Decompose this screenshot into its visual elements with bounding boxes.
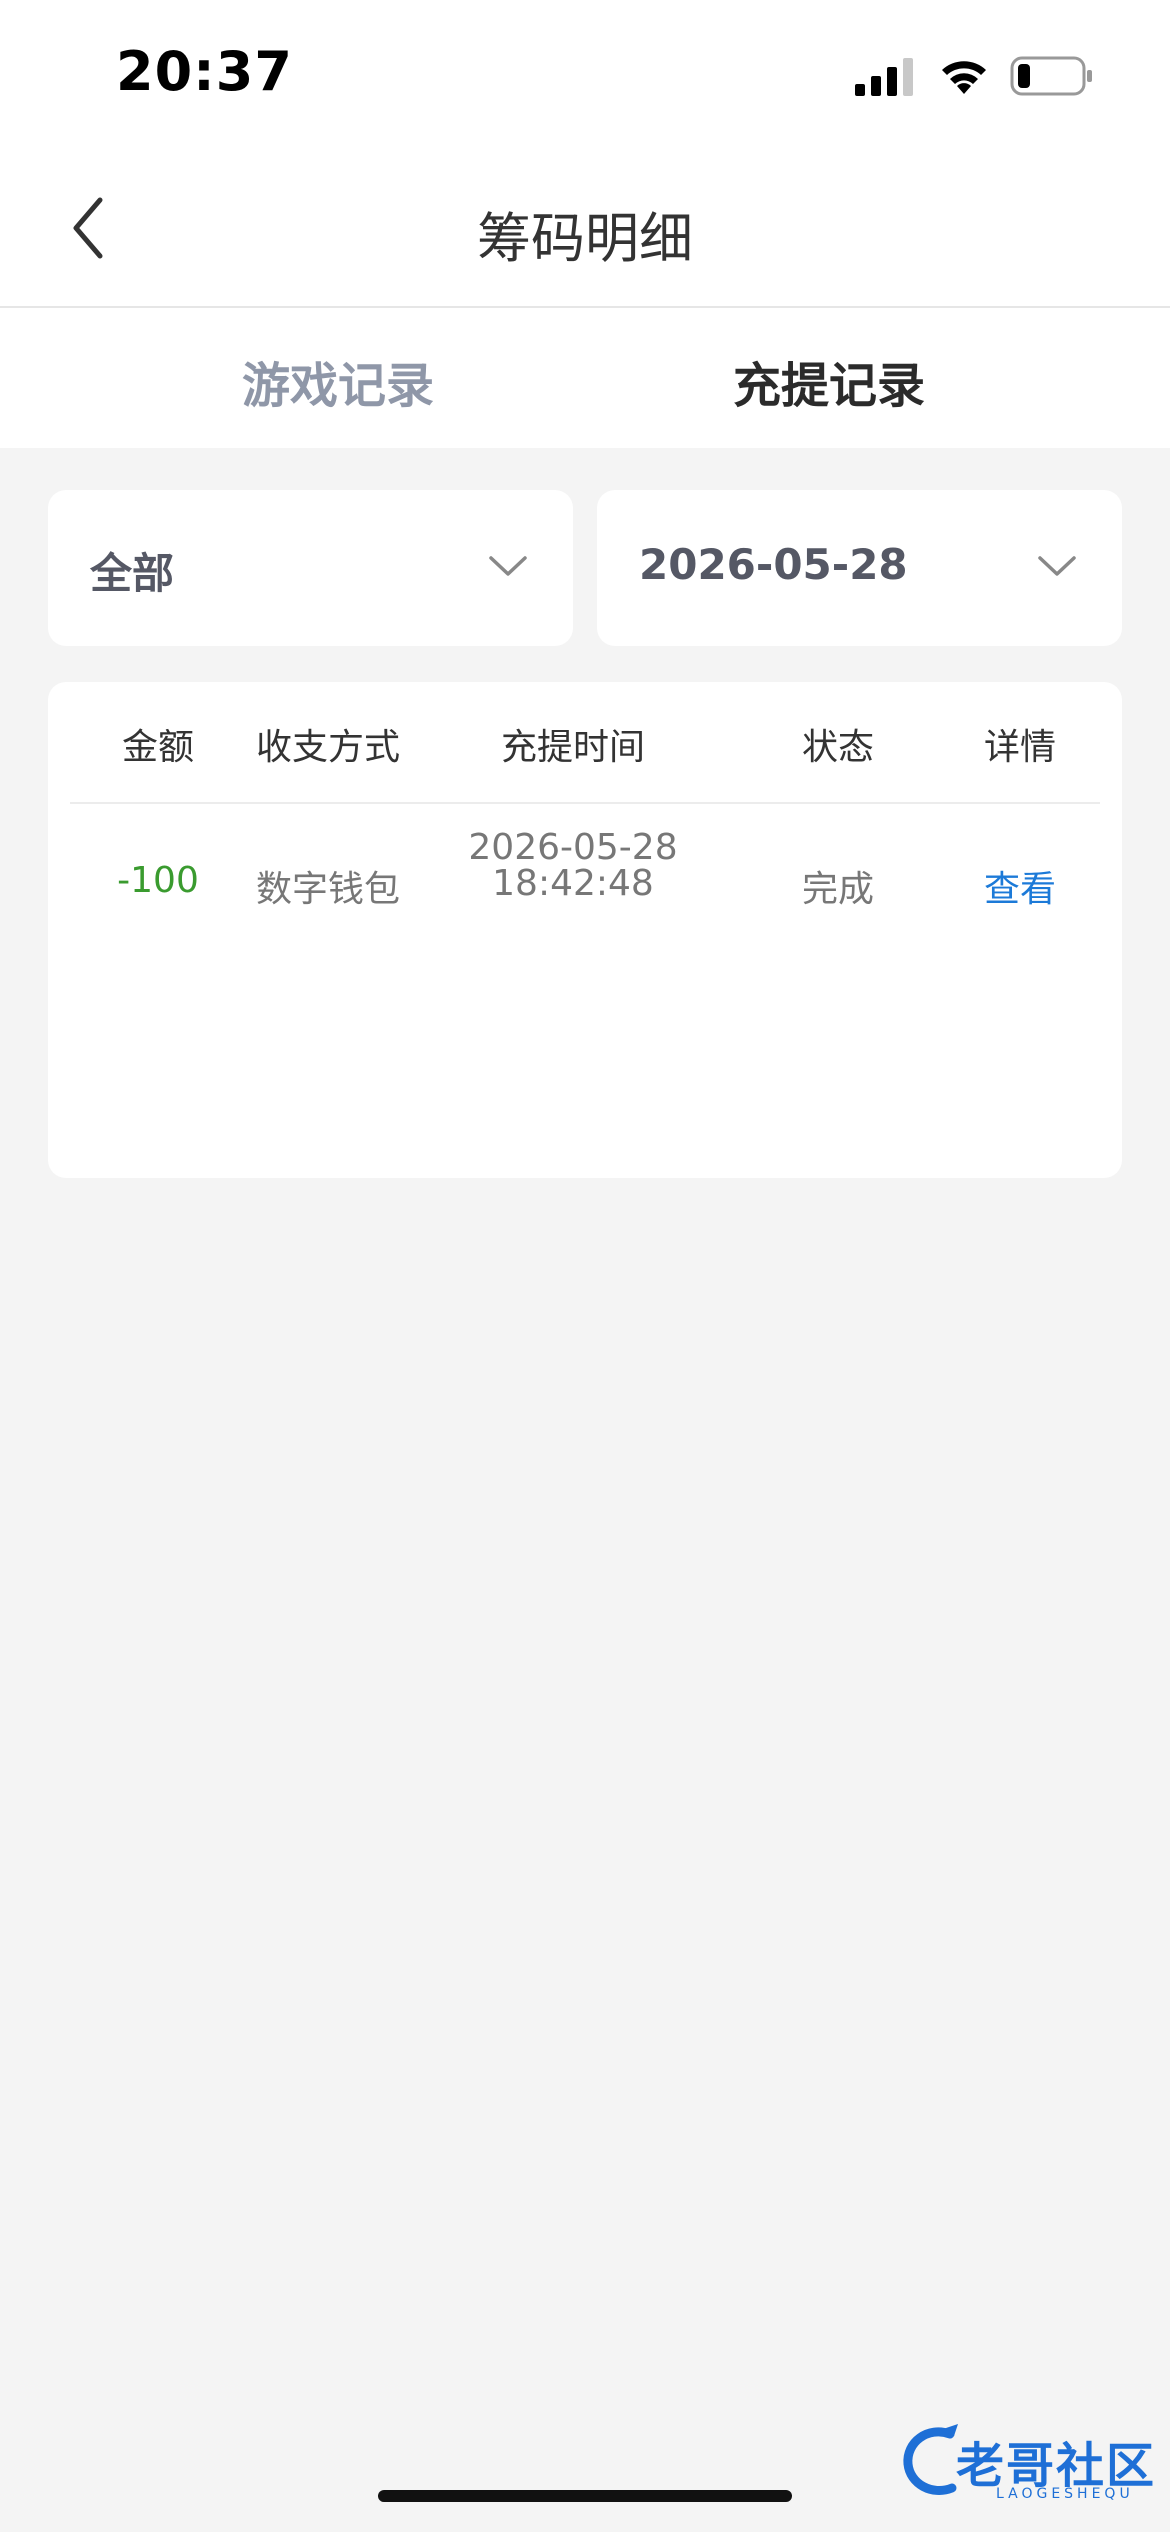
nav-bar: 筹码明细 — [0, 150, 1170, 308]
header-amount: 金额 — [121, 727, 194, 768]
records-table: 金额 收支方式 充提时间 状态 详情 -100 数字钱包 2026-05-28 … — [48, 682, 1122, 1178]
tab-recharge-records[interactable]: 充提记录 — [733, 346, 925, 416]
watermark-logo: 老哥社区 LAOGESHEQU — [900, 2420, 1160, 2512]
home-indicator[interactable] — [378, 2490, 792, 2502]
type-filter-dropdown[interactable]: 全部 — [48, 490, 573, 646]
date-filter-value: 2026-05-28 — [639, 540, 908, 589]
row-date: 2026-05-28 — [468, 827, 678, 868]
header-method: 收支方式 — [255, 727, 400, 768]
status-time: 20:37 — [116, 40, 293, 103]
date-filter-dropdown[interactable]: 2026-05-28 — [597, 490, 1122, 646]
row-datetime: 2026-05-28 18:42:48 — [443, 830, 703, 902]
cellular-signal-icon — [855, 58, 913, 96]
header-status: 状态 — [801, 727, 874, 768]
watermark-subtext: LAOGESHEQU — [996, 2486, 1134, 2502]
table-header: 金额 收支方式 充提时间 状态 详情 — [48, 682, 1122, 802]
view-detail-link[interactable]: 查看 — [970, 860, 1070, 912]
type-filter-value: 全部 — [90, 549, 175, 598]
tab-game-records[interactable]: 游戏记录 — [242, 346, 434, 416]
chevron-down-icon — [1038, 556, 1076, 576]
row-amount: -100 — [117, 860, 199, 901]
wifi-icon — [942, 61, 986, 94]
row-method: 数字钱包 — [255, 869, 400, 910]
page: 20:37 筹码明细 游戏记录 充提记录 全部 2026-05-28 金额 收支… — [0, 0, 1170, 2532]
row-status: 完成 — [801, 869, 874, 910]
chevron-down-icon — [489, 556, 527, 576]
row-time: 18:42:48 — [492, 863, 654, 904]
header-time: 充提时间 — [500, 727, 645, 768]
battery-icon — [1010, 56, 1092, 96]
header-detail: 详情 — [983, 727, 1056, 768]
table-row: -100 数字钱包 2026-05-28 18:42:48 完成 查看 — [48, 804, 1122, 964]
page-title: 筹码明细 — [477, 207, 693, 270]
status-bar: 20:37 — [0, 0, 1170, 150]
tab-bar: 游戏记录 充提记录 — [0, 308, 1170, 448]
